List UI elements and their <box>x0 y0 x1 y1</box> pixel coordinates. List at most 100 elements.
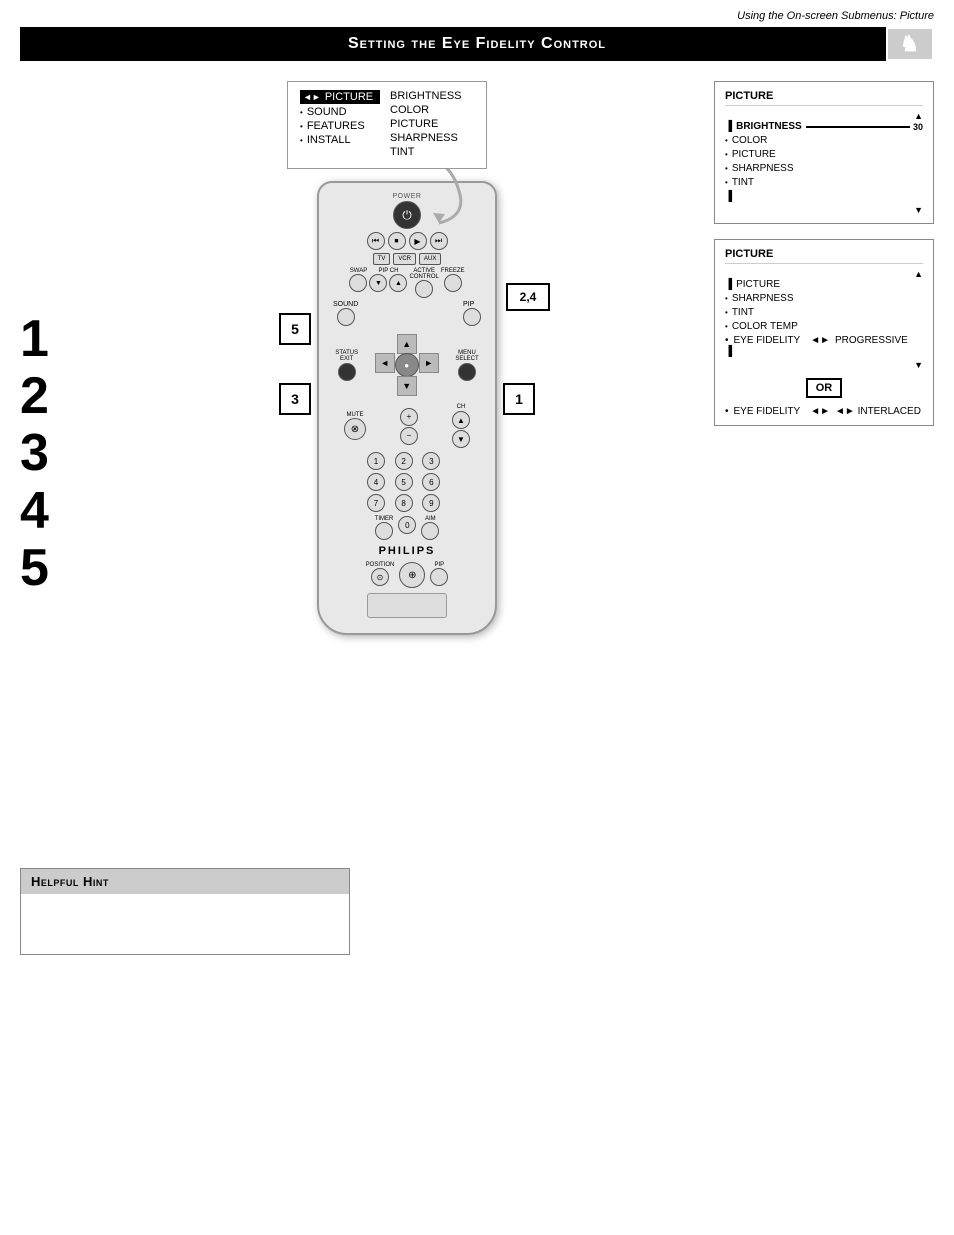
numpad: 1 2 3 4 5 6 7 8 9 <box>367 452 447 512</box>
vol-minus[interactable]: − <box>400 427 418 445</box>
num-5[interactable]: 5 <box>395 473 413 491</box>
menu-item-install: • INSTALL <box>300 134 380 146</box>
scroll-down-arrow-2: ▼ <box>725 360 923 370</box>
eye-fidelity-interlaced: • EYE FIDELITY ◄► ◄► INTERLACED <box>725 406 923 417</box>
num-1[interactable]: 1 <box>367 452 385 470</box>
menu-picture-label: PICTURE <box>325 91 373 103</box>
helpful-hint-title: Helpful Hint <box>21 869 349 894</box>
num-9[interactable]: 9 <box>422 494 440 512</box>
aim-button[interactable] <box>421 522 439 540</box>
pip-pos-button[interactable] <box>430 568 448 586</box>
picture-menu-top-title: PICTURE <box>725 90 923 106</box>
freeze-button[interactable] <box>444 274 462 292</box>
dpad-down[interactable]: ▼ <box>397 376 417 396</box>
picture-menu-top: PICTURE ▲ ▐ BRIGHTNESS 30 • COLOR • PICT… <box>714 81 934 224</box>
sound-label: SOUND <box>333 301 358 308</box>
swap-button[interactable] <box>349 274 367 292</box>
step-badge-24: 2,4 <box>506 283 550 311</box>
status-exit-button[interactable] <box>338 363 356 381</box>
picture-menu-bottom: PICTURE ▲ ▐ PICTURE • SHARPNESS • TINT •… <box>714 239 934 426</box>
scroll-up-arrow: ▲ <box>725 111 923 121</box>
color-item: • COLOR <box>725 135 923 146</box>
main-content: 1 2 3 4 5 ◄► PICTURE • SOUND • <box>0 61 954 645</box>
scroll-down-arrow: ▼ <box>725 205 923 215</box>
menu-item-features: • FEATURES <box>300 120 380 132</box>
step-4: 4 <box>20 483 100 540</box>
menu-brightness: BRIGHTNESS <box>390 90 470 102</box>
num-4[interactable]: 4 <box>367 473 385 491</box>
remote-control: 5 2,4 3 1 POWER ⏻ ⏮ ⏹ ▶ <box>317 181 497 635</box>
tint-item-2: • TINT <box>725 307 923 318</box>
tv-button[interactable]: TV <box>373 253 391 265</box>
position-button[interactable]: ⊙ <box>371 568 389 586</box>
sharpness-item-2: • SHARPNESS <box>725 293 923 304</box>
num-6[interactable]: 6 <box>422 473 440 491</box>
swap-label: SWAP <box>349 268 367 274</box>
ch-up[interactable]: ▲ <box>452 411 470 429</box>
rewind-button[interactable]: ⏮ <box>367 232 385 250</box>
play-button[interactable]: ▶ <box>409 232 427 250</box>
color-temp-item: • COLOR TEMP <box>725 321 923 332</box>
subtitle-text: Using the On-screen Submenus: Picture <box>737 10 934 22</box>
menu-picture: PICTURE <box>390 118 470 130</box>
dpad-right[interactable]: ► <box>419 353 439 373</box>
knight-icon: ♞ <box>886 27 934 61</box>
step-5: 5 <box>20 540 100 597</box>
onscreen-menu: ◄► PICTURE • SOUND • FEATURES • INSTALL <box>287 81 487 169</box>
scroll-indicator-2: ▐ <box>725 346 923 357</box>
step-badge-5: 5 <box>279 313 311 345</box>
step-badge-3: 3 <box>279 383 311 415</box>
dpad-left[interactable]: ◄ <box>375 353 395 373</box>
menu-sharpness: SHARPNESS <box>390 132 470 144</box>
step-2: 2 <box>20 368 100 425</box>
brightness-value: 30 <box>913 122 923 132</box>
num-3[interactable]: 3 <box>422 452 440 470</box>
dpad-center[interactable]: ● <box>395 353 419 377</box>
ch-label: CH <box>457 404 466 410</box>
menu-item-picture: ◄► PICTURE <box>300 90 380 104</box>
stop-button[interactable]: ⏹ <box>388 232 406 250</box>
picture-item: • PICTURE <box>725 149 923 160</box>
vol-plus[interactable]: + <box>400 408 418 426</box>
sharpness-item: • SHARPNESS <box>725 163 923 174</box>
mute-button[interactable]: ⊗ <box>344 418 366 440</box>
pip-button[interactable] <box>463 308 481 326</box>
step-1: 1 <box>20 311 100 368</box>
tint-item: • TINT <box>725 177 923 188</box>
zero-button[interactable]: 0 <box>398 516 416 534</box>
position-row: POSITION ⊙ ⊕ PIP <box>327 562 487 588</box>
step-numbers: 1 2 3 4 5 <box>20 71 100 635</box>
scroll-up-arrow-2: ▲ <box>725 269 923 279</box>
vcr-button[interactable]: VCR <box>393 253 416 265</box>
aux-button[interactable]: AUX <box>419 253 441 265</box>
num-8[interactable]: 8 <box>395 494 413 512</box>
transport-row: ⏮ ⏹ ▶ ⏭ <box>327 232 487 250</box>
pip-ch-down[interactable]: ▼ <box>369 274 387 292</box>
num-7[interactable]: 7 <box>367 494 385 512</box>
step-3: 3 <box>20 425 100 482</box>
menu-item-sound: • SOUND <box>300 106 380 118</box>
page-subtitle: Using the On-screen Submenus: Picture <box>0 0 954 27</box>
active-control-button[interactable] <box>415 280 433 298</box>
or-label: OR <box>806 378 843 398</box>
timer-button[interactable] <box>375 522 393 540</box>
brightness-slider: 30 <box>806 122 923 132</box>
brand-label: PHILIPS <box>327 545 487 557</box>
eye-fidelity-progressive: • EYE FIDELITY ◄► PROGRESSIVE <box>725 335 923 346</box>
tv-vcr-row: TV VCR AUX <box>327 253 487 265</box>
helpful-hint-body <box>21 894 349 954</box>
picture-menu-bottom-title: PICTURE <box>725 248 923 264</box>
menu-select-button[interactable] <box>458 363 476 381</box>
status-exit-label: STATUSEXIT <box>335 350 358 362</box>
dpad: ▲ ◄ ● ► ▼ <box>375 334 439 396</box>
pip-ch-up[interactable]: ▲ <box>389 274 407 292</box>
title-text: Setting the Eye Fidelity Control <box>348 35 606 53</box>
menu-tint: TINT <box>390 146 470 158</box>
num-2[interactable]: 2 <box>395 452 413 470</box>
scroll-indicator: ▐ <box>725 191 923 202</box>
center-pip-button[interactable]: ⊕ <box>399 562 425 588</box>
fastforward-button[interactable]: ⏭ <box>430 232 448 250</box>
sound-button[interactable] <box>337 308 355 326</box>
ch-down[interactable]: ▼ <box>452 430 470 448</box>
dpad-up[interactable]: ▲ <box>397 334 417 354</box>
